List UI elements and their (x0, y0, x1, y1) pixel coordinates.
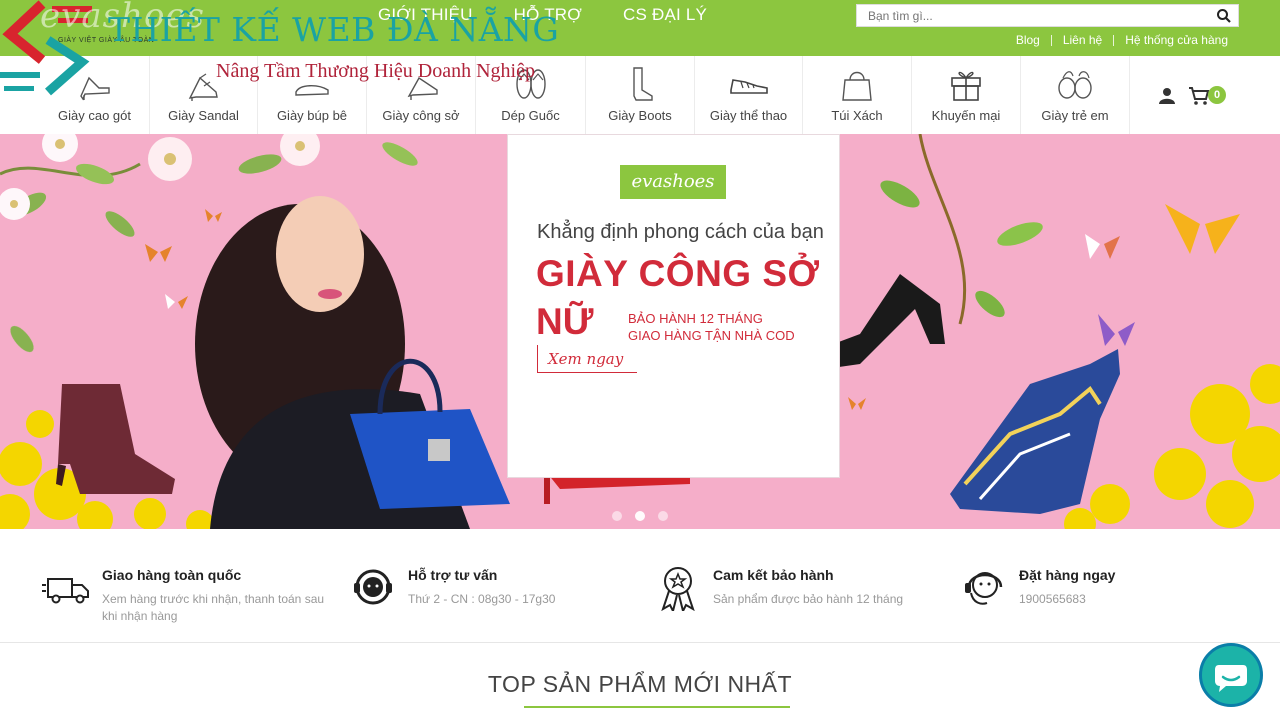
category-label: Giày Boots (608, 108, 672, 123)
feature-title: Hỗ trợ tư vấn (408, 567, 498, 583)
site-logo-watermark[interactable]: evashoes GIÀY VIỆT GIÀY ÂU TOÀN THIẾT KẾ… (0, 0, 559, 100)
feature-desc: 1900565683 (1019, 592, 1086, 606)
chat-icon (1215, 665, 1247, 692)
cart-icon[interactable] (1188, 86, 1210, 106)
category-label: Dép Guốc (501, 108, 560, 123)
section-title-underline (524, 706, 790, 708)
call-center-icon (965, 572, 1003, 605)
link-he-thong-cua-hang[interactable]: Hệ thống cửa hàng (1125, 33, 1228, 47)
link-blog[interactable]: Blog (1016, 33, 1040, 47)
category-label: Khuyến mại (931, 108, 1001, 123)
search-icon[interactable] (1216, 8, 1232, 24)
section-title: TOP SẢN PHẨM MỚI NHẤT (487, 671, 793, 697)
slider-dot-3[interactable] (658, 511, 668, 521)
live-chat-button[interactable] (1199, 643, 1263, 707)
feature-desc: Sản phẩm được bảo hành 12 tháng (713, 592, 904, 606)
category-label: Túi Xách (831, 108, 883, 123)
category-tui-xach[interactable]: Túi Xách (803, 56, 912, 134)
category-giay-the-thao[interactable]: Giày thể thao (695, 56, 803, 134)
gift-icon (951, 71, 981, 101)
promo-title-line2: NỮ (536, 301, 594, 342)
cart-count-badge: 0 (1208, 86, 1226, 104)
watermark-title: THIẾT KẾ WEB ĐÀ NẴNG (108, 10, 560, 49)
support-headset-icon (354, 569, 392, 605)
category-khuyen-mai[interactable]: Khuyến mại (912, 56, 1021, 134)
category-label: Giày thể thao (709, 108, 788, 123)
kids-shoe-icon (1058, 71, 1092, 99)
boot-icon (633, 67, 653, 101)
promo-card: evashoes Khẳng định phong cách của bạn G… (507, 134, 840, 478)
category-label: Giày Sandal (168, 108, 239, 123)
link-lien-he[interactable]: Liên hệ (1063, 33, 1102, 47)
slider-dots (612, 511, 668, 521)
feature-title: Đặt hàng ngay (1019, 567, 1116, 583)
slider-dot-2[interactable] (635, 511, 645, 521)
slider-dot-1[interactable] (612, 511, 622, 521)
nav-cs-dai-ly[interactable]: CS ĐẠI LÝ (623, 5, 707, 25)
view-now-button[interactable]: Xem ngay (537, 345, 637, 373)
promo-tagline: Khẳng định phong cách của bạn (537, 221, 824, 243)
promo-title: GIÀY CÔNG SỞ (536, 253, 820, 294)
category-giay-boots[interactable]: Giày Boots (586, 56, 695, 134)
category-giay-tre-em[interactable]: Giày trẻ em (1021, 56, 1130, 134)
features-strip: Giao hàng toàn quốc Xem hàng trước khi n… (0, 529, 1280, 643)
delivery-truck-icon (42, 578, 89, 604)
hero-banner-slider[interactable]: evashoes Khẳng định phong cách của bạn G… (0, 134, 1280, 529)
search-input[interactable] (857, 5, 1197, 26)
category-label: Giày cao gót (58, 108, 131, 123)
promo-warranty-line2: GIAO HÀNG TẬN NHÀ COD (628, 328, 795, 343)
sneaker-icon (729, 79, 768, 94)
divider (1050, 34, 1052, 46)
promo-logo: evashoes (620, 165, 726, 199)
divider (1113, 34, 1115, 46)
promo-warranty-text: BẢO HÀNH 12 THÁNG GIAO HÀNG TẬN NHÀ COD (628, 310, 795, 344)
search-bar (856, 4, 1239, 27)
category-label: Giày búp bê (276, 108, 348, 123)
watermark-slogan: Nâng Tầm Thương Hiệu Doanh Nghiệp (216, 60, 535, 82)
handbag-icon (842, 71, 872, 101)
feature-desc: Xem hàng trước khi nhận, thanh toán sau … (102, 592, 325, 623)
feature-title: Giao hàng toàn quốc (102, 567, 242, 583)
feature-title: Cam kết bảo hành (713, 567, 834, 583)
warranty-badge-icon (661, 567, 695, 611)
user-account-icon[interactable] (1158, 87, 1176, 105)
promo-warranty-line1: BẢO HÀNH 12 THÁNG (628, 311, 763, 326)
utility-links: Blog Liên hệ Hệ thống cửa hàng (1016, 33, 1228, 47)
category-label: Giày trẻ em (1041, 108, 1109, 123)
category-label: Giày công sở (382, 108, 460, 123)
feature-desc: Thứ 2 - CN : 08g30 - 17g30 (408, 592, 556, 606)
